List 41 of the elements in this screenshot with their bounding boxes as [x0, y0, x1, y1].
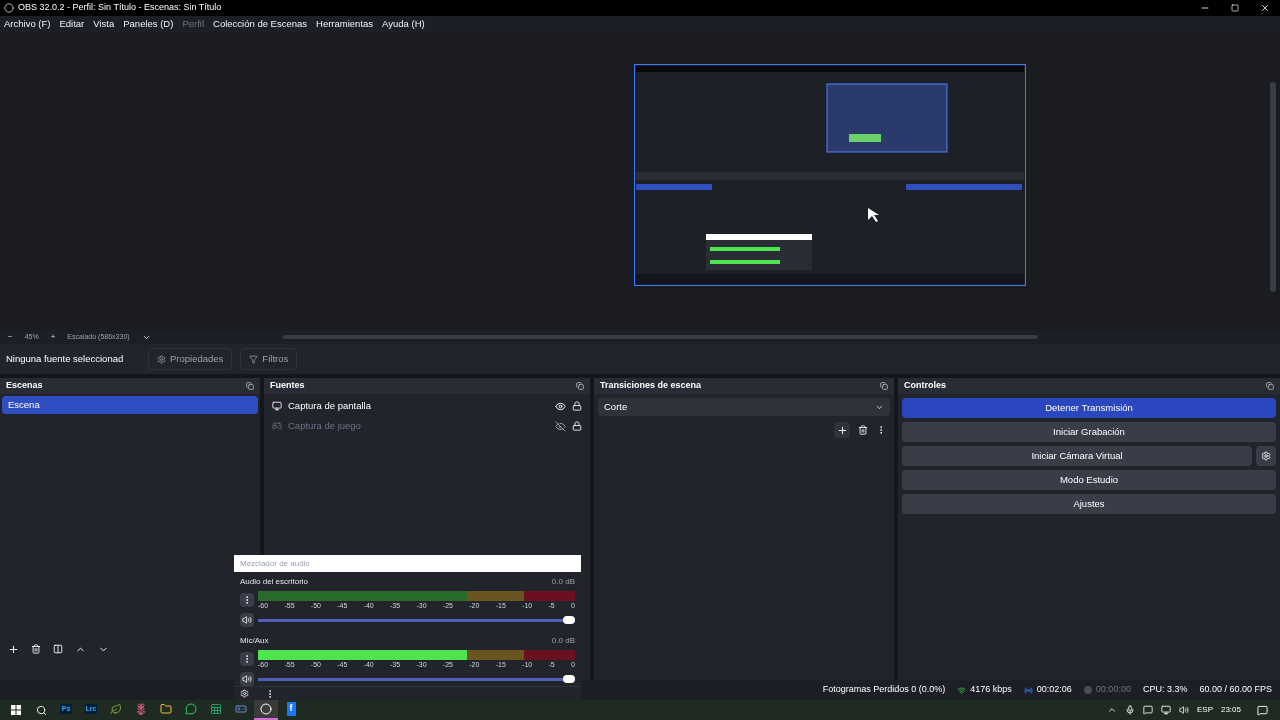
clock[interactable]: 23:05 [1220, 704, 1241, 716]
selected-source-status: Ninguna fuente seleccionad [6, 351, 125, 366]
channel-reading: 0.0 dB [551, 635, 575, 648]
dock-title: Escenas [6, 379, 43, 393]
menu-item[interactable]: Colección de Escenas [213, 16, 308, 32]
app-label: f [286, 702, 296, 716]
record-time: 00:00:00 [1095, 683, 1131, 697]
control-button[interactable]: Ajustes [902, 494, 1276, 514]
properties-button[interactable]: Propiedades [148, 348, 233, 370]
menu-item[interactable]: Herramientas [316, 16, 374, 32]
bitrate: 4176 kbps [970, 683, 1012, 697]
menu-item[interactable]: Ayuda (H) [382, 16, 425, 32]
menu-item[interactable]: Archivo (F) [4, 16, 51, 32]
window-title: OBS 32.0.2 - Perfil: Sin Título - Escenas: Sin Título [18, 1, 222, 15]
stream-time: 00:02:06 [1036, 683, 1072, 697]
control-button[interactable]: Modo Estudio [902, 470, 1276, 490]
channel-name: Mic/Aux [240, 635, 269, 648]
language-indicator[interactable]: ESP [1196, 704, 1213, 716]
fps: 60.00 / 60.00 FPS [1199, 683, 1272, 697]
filters-button[interactable]: Filtros [240, 348, 298, 370]
mixer-title: Mezclador de audio [240, 557, 310, 570]
menu-item[interactable]: Editar [59, 16, 85, 32]
control-button[interactable]: Iniciar Grabación [902, 422, 1276, 442]
scene-item[interactable]: Escena [2, 396, 258, 414]
dock-title: Transiciones de escena [600, 379, 702, 393]
control-button[interactable]: Iniciar Cámara Virtual [902, 446, 1252, 466]
channel-reading: 0.0 dB [551, 576, 575, 589]
menu-item[interactable]: Vista [93, 16, 115, 32]
control-button[interactable]: Detener Transmisión [902, 398, 1276, 418]
dropped-frames: Fotogramas Perdidos 0 (0.0%) [822, 683, 946, 697]
zoom-out-button[interactable]: − [8, 331, 13, 343]
taskbar-app[interactable]: f [279, 700, 303, 720]
cpu-usage: CPU: 3.3% [1142, 683, 1188, 697]
transition-dropdown[interactable]: Corte [598, 398, 890, 416]
menu-item[interactable]: Paneles (D) [123, 16, 174, 32]
dock-title: Fuentes [270, 379, 305, 393]
source-item[interactable]: Captura de pantalla [288, 398, 549, 414]
transition-value: Corte [604, 399, 628, 414]
dock-title: Controles [904, 379, 946, 393]
channel-name: Audio del escritorio [240, 576, 309, 589]
zoom-in-button[interactable]: + [50, 331, 56, 343]
